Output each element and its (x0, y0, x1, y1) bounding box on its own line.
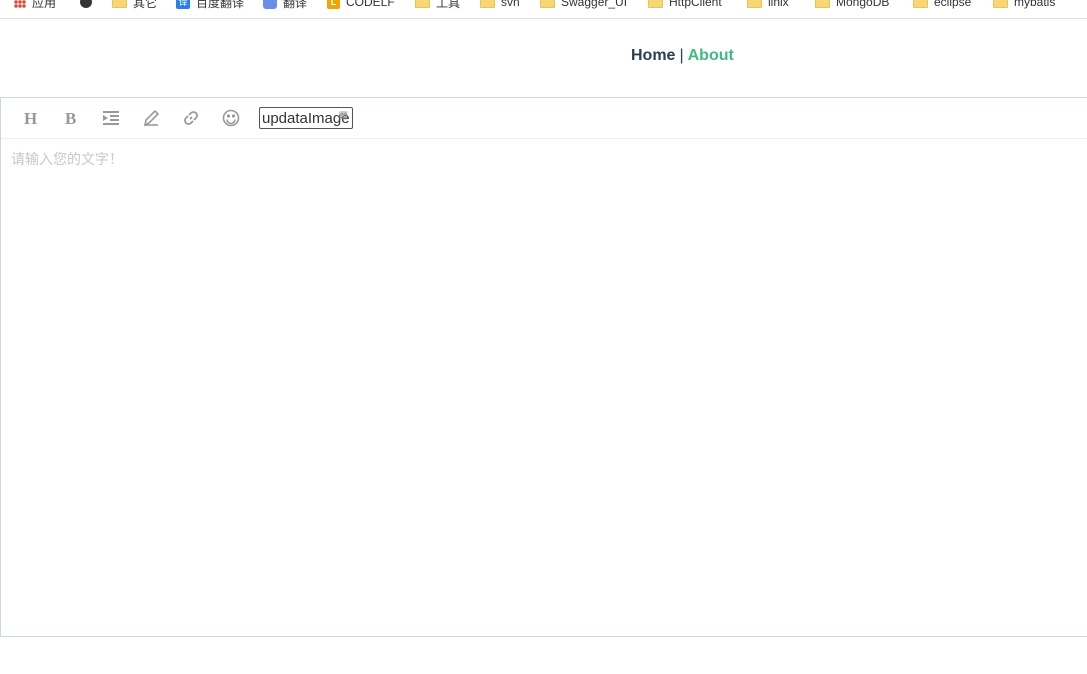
folder-icon (815, 0, 830, 8)
bookmark-label: 百度翻译 (196, 0, 245, 10)
folder-icon (480, 0, 495, 8)
editor-placeholder: 请输入您的文字！ (11, 151, 123, 167)
link-icon (184, 111, 198, 125)
bold-button[interactable]: B (51, 98, 91, 138)
bookmark-label: eclipse (934, 0, 972, 9)
bookmark-baidu-fanyi[interactable]: 译百度翻译 (176, 0, 244, 10)
emoji-button[interactable] (211, 98, 251, 138)
bookmark-mongodb[interactable]: MongoDB (815, 0, 889, 10)
nav-about-link[interactable]: About (688, 47, 734, 64)
bookmark-apps[interactable]: 应用 (14, 0, 56, 10)
pen-button[interactable] (131, 98, 171, 138)
update-image-button[interactable]: updataImage ▦ (259, 107, 353, 129)
folder-icon (648, 0, 663, 8)
pen-icon (143, 109, 160, 127)
bookmarks-bar: 应用 其它 译百度翻译 翻译 L CODELF 工具 svn Swagger_UI… (0, 0, 1087, 19)
bookmark-label: HttpClient (669, 0, 722, 9)
editor-toolbar: H B updataImage ▦ (1, 98, 1087, 139)
folder-icon (993, 0, 1008, 8)
bookmark-label: Swagger_UI (561, 0, 628, 9)
bookmark-label: CODELF (346, 0, 395, 9)
folder-icon (747, 0, 762, 8)
nav-home-link[interactable]: Home (631, 47, 675, 64)
codelf-icon: L (327, 0, 340, 9)
bookmark-mybatis[interactable]: mybatis (993, 0, 1055, 10)
bookmark-other[interactable]: 其它 (112, 0, 157, 10)
bookmark-translate[interactable]: 翻译 (263, 0, 307, 10)
apps-icon (14, 0, 26, 8)
bookmark-tools[interactable]: 工具 (415, 0, 460, 10)
folder-icon (913, 0, 928, 8)
rich-text-editor: H B updataImage ▦ 请输入您的文字！ (0, 97, 1087, 637)
heading-icon: H (24, 109, 37, 127)
bookmark-label: svn (501, 0, 520, 9)
folder-icon (415, 0, 430, 8)
bookmark-label: 应用 (32, 0, 57, 10)
smiley-icon (222, 109, 240, 127)
bookmark-label: MongoDB (836, 0, 890, 9)
moon-icon (80, 0, 92, 8)
bookmark-httpclient[interactable]: HttpClient (648, 0, 722, 10)
indent-icon (103, 111, 119, 125)
bookmark-moon[interactable] (80, 0, 98, 10)
image-icon: ▦ (338, 110, 349, 121)
bookmark-label: mybatis (1014, 0, 1056, 9)
bookmark-linix[interactable]: linix (747, 0, 789, 10)
link-button[interactable] (171, 98, 211, 138)
svg-text:B: B (65, 109, 76, 127)
bookmark-label: 工具 (436, 0, 461, 10)
bookmark-label: 翻译 (283, 0, 308, 10)
editor-content[interactable]: 请输入您的文字！ (1, 139, 1087, 179)
bookmark-eclipse[interactable]: eclipse (913, 0, 971, 10)
bookmark-label: 其它 (133, 0, 158, 10)
bookmark-codelf[interactable]: L CODELF (327, 0, 395, 10)
translate-icon (263, 0, 277, 9)
fanyi-icon: 译 (176, 0, 190, 9)
bookmark-label: linix (768, 0, 789, 9)
indent-button[interactable] (91, 98, 131, 138)
folder-icon (112, 0, 127, 8)
bookmark-svn[interactable]: svn (480, 0, 520, 10)
bookmark-swagger[interactable]: Swagger_UI (540, 0, 627, 10)
heading-button[interactable]: H (11, 98, 51, 138)
upload-label: updataImage (262, 109, 350, 127)
folder-icon (540, 0, 555, 8)
svg-text:H: H (24, 109, 37, 127)
nav-separator: | (679, 47, 684, 64)
bold-icon: B (65, 109, 76, 127)
